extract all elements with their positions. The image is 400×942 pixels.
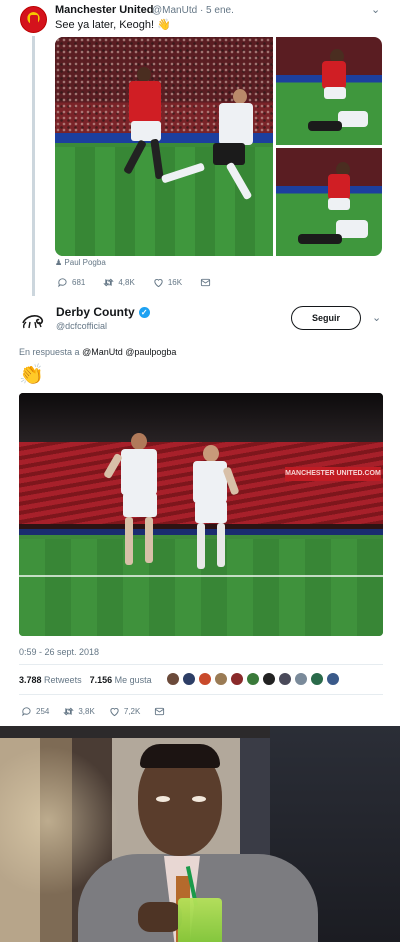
liker-avatar[interactable] bbox=[262, 672, 276, 686]
reply-count: 681 bbox=[72, 278, 86, 287]
green-drink-cup bbox=[178, 898, 222, 942]
tweet-actions: 254 3,8K 7,2K bbox=[21, 706, 179, 717]
tweet-author-name[interactable]: Manchester United bbox=[55, 4, 153, 16]
retweet-button[interactable]: 3,8K bbox=[63, 706, 95, 717]
divider bbox=[19, 694, 383, 695]
envelope-icon bbox=[155, 707, 165, 716]
message-button[interactable] bbox=[200, 277, 211, 288]
reaction-image bbox=[0, 726, 400, 942]
liker-avatar[interactable] bbox=[166, 672, 180, 686]
reply-icon bbox=[58, 278, 67, 288]
tweet-handle[interactable]: @dcfcofficial bbox=[56, 321, 107, 331]
like-button[interactable]: 7,2K bbox=[109, 706, 140, 717]
liker-avatar[interactable] bbox=[246, 672, 260, 686]
liker-avatar[interactable] bbox=[326, 672, 340, 686]
divider bbox=[19, 664, 383, 665]
derby-ram-logo-icon[interactable] bbox=[20, 310, 46, 330]
retweet-icon bbox=[63, 707, 75, 716]
retweet-count: 4,8K bbox=[118, 278, 135, 287]
tweet-author-name[interactable]: Derby County ✓ bbox=[56, 305, 150, 319]
manutd-avatar[interactable] bbox=[20, 6, 47, 33]
liker-avatar[interactable] bbox=[182, 672, 196, 686]
quoted-tweet: Manchester United @ManUtd · 5 ene. ⌄ See… bbox=[0, 0, 400, 298]
liker-avatar[interactable] bbox=[278, 672, 292, 686]
liker-avatar[interactable] bbox=[214, 672, 228, 686]
engagement-stats: 3.788 Retweets 7.156 Me gusta bbox=[19, 675, 152, 685]
retweet-button[interactable]: 4,8K bbox=[103, 277, 135, 288]
follow-button[interactable]: Seguir bbox=[291, 306, 361, 330]
stadium-sign: MANCHESTER UNITED.COM bbox=[285, 467, 381, 481]
liker-avatar[interactable] bbox=[198, 672, 212, 686]
reply-tweet: Derby County ✓ @dcfcofficial Seguir ⌄ En… bbox=[0, 296, 400, 725]
heart-icon bbox=[154, 278, 163, 288]
like-button[interactable]: 16K bbox=[153, 277, 182, 288]
photo-credit[interactable]: ♟ Paul Pogba bbox=[55, 258, 106, 267]
tweet-timestamp[interactable]: 0:59 - 26 sept. 2018 bbox=[19, 647, 99, 657]
retweets-stat[interactable]: 3.788 Retweets bbox=[19, 675, 82, 685]
envelope-icon bbox=[200, 278, 211, 287]
tweet-actions: 681 4,8K 16K bbox=[57, 277, 225, 288]
retweet-icon bbox=[103, 278, 115, 287]
liker-avatar[interactable] bbox=[230, 672, 244, 686]
reply-context: En respuesta a @ManUtd @paulpogba bbox=[19, 347, 177, 357]
tweet-photo-grid[interactable] bbox=[55, 37, 382, 256]
tweet-handle-date[interactable]: @ManUtd · 5 ene. bbox=[152, 5, 234, 16]
retweet-count: 3,8K bbox=[78, 707, 95, 716]
person-icon: ♟ bbox=[55, 258, 63, 267]
liker-avatars[interactable] bbox=[166, 672, 340, 686]
liker-avatar[interactable] bbox=[294, 672, 308, 686]
tweet-text: See ya later, Keogh! 👋 bbox=[55, 19, 171, 31]
liker-avatar[interactable] bbox=[310, 672, 324, 686]
likes-stat[interactable]: 7.156 Me gusta bbox=[90, 675, 152, 685]
reply-icon bbox=[22, 707, 31, 717]
tweet-photo-2[interactable] bbox=[276, 37, 382, 145]
tweet-photo-main[interactable] bbox=[55, 37, 273, 256]
like-count: 7,2K bbox=[123, 707, 141, 716]
heart-icon bbox=[110, 707, 119, 717]
like-count: 16K bbox=[167, 278, 183, 287]
chevron-down-icon[interactable]: ⌄ bbox=[372, 311, 381, 324]
reply-button[interactable]: 681 bbox=[57, 277, 85, 288]
reply-button[interactable]: 254 bbox=[21, 706, 49, 717]
tweet-photo[interactable]: MANCHESTER UNITED.COM bbox=[19, 393, 383, 636]
verified-badge-icon: ✓ bbox=[138, 306, 150, 318]
chevron-down-icon[interactable]: ⌄ bbox=[371, 3, 380, 16]
reply-count: 254 bbox=[36, 707, 50, 716]
tweet-text: 👏 bbox=[19, 364, 44, 386]
reply-mentions[interactable]: @ManUtd @paulpogba bbox=[82, 347, 176, 357]
message-button[interactable] bbox=[154, 706, 165, 717]
tweet-photo-3[interactable] bbox=[276, 148, 382, 256]
thread-line bbox=[32, 36, 35, 298]
